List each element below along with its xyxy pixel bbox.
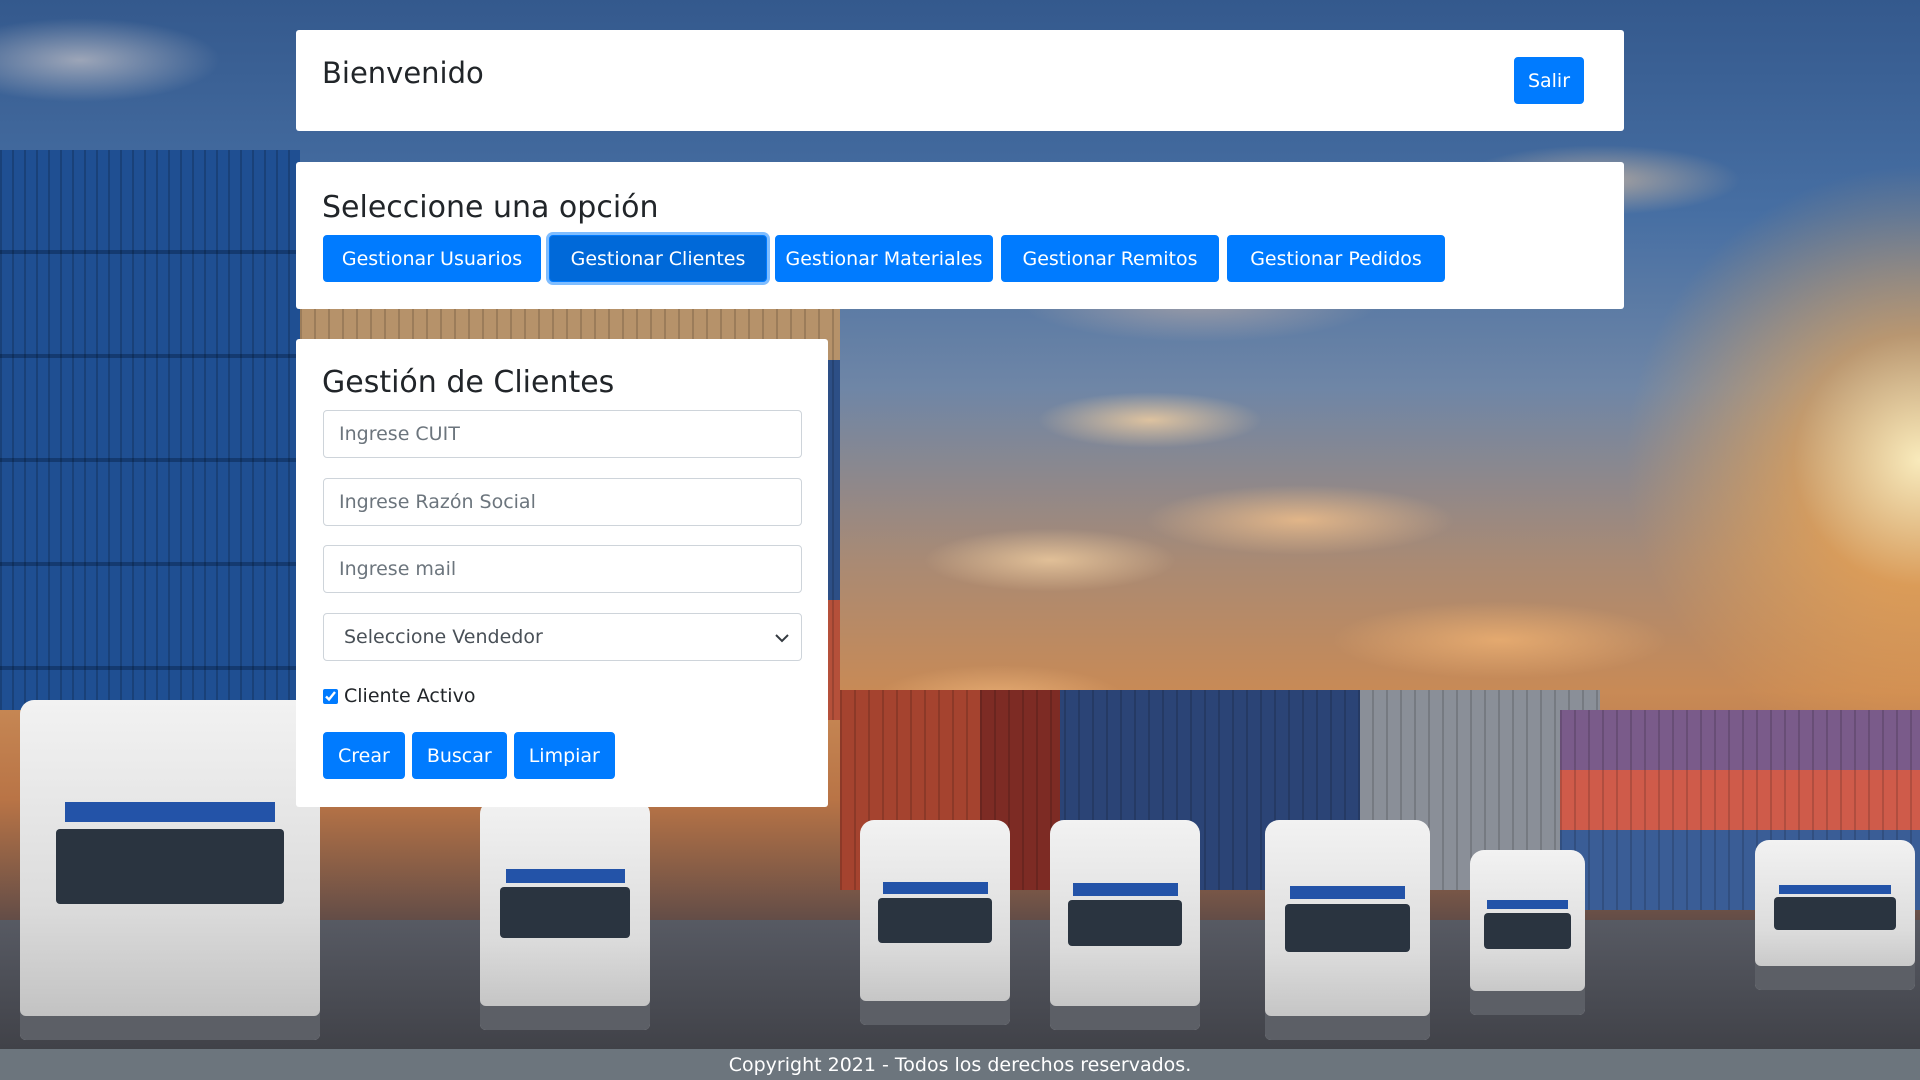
truck [1470, 850, 1585, 1015]
client-management-card: Gestión de Clientes Seleccione Vendedor … [296, 339, 828, 807]
vendedor-select-value: Seleccione Vendedor [344, 626, 543, 648]
footer: Copyright 2021 - Todos los derechos rese… [0, 1049, 1920, 1080]
options-title: Seleccione una opción [322, 190, 659, 225]
options-button-group: Gestionar Usuarios Gestionar Clientes Ge… [323, 235, 1445, 282]
manage-materials-button[interactable]: Gestionar Materiales [775, 235, 993, 282]
truck [480, 800, 650, 1030]
welcome-title: Bienvenido [322, 56, 484, 90]
manage-remitos-button[interactable]: Gestionar Remitos [1001, 235, 1219, 282]
cuit-input[interactable] [323, 410, 802, 458]
container-stack-left [0, 150, 300, 710]
chevron-down-icon [775, 627, 789, 648]
vendedor-select[interactable]: Seleccione Vendedor [323, 613, 802, 661]
manage-users-button[interactable]: Gestionar Usuarios [323, 235, 541, 282]
truck [1755, 840, 1915, 990]
logout-button[interactable]: Salir [1514, 57, 1584, 104]
form-title: Gestión de Clientes [322, 365, 615, 400]
options-card: Seleccione una opción Gestionar Usuarios… [296, 162, 1624, 309]
truck [1050, 820, 1200, 1030]
razon-social-input[interactable] [323, 478, 802, 526]
truck [20, 700, 320, 1040]
active-client-checkbox[interactable] [323, 688, 338, 704]
truck [860, 820, 1010, 1025]
active-client-label: Cliente Activo [344, 685, 476, 707]
clear-button[interactable]: Limpiar [513, 732, 615, 779]
manage-orders-button[interactable]: Gestionar Pedidos [1227, 235, 1445, 282]
form-actions: Crear Buscar Limpiar [323, 732, 615, 779]
manage-clients-button[interactable]: Gestionar Clientes [549, 235, 767, 282]
truck [1265, 820, 1430, 1040]
create-button[interactable]: Crear [323, 732, 405, 779]
mail-input[interactable] [323, 545, 802, 593]
welcome-card: Bienvenido Salir [296, 30, 1624, 131]
search-button[interactable]: Buscar [411, 732, 507, 779]
copyright-text: Copyright 2021 - Todos los derechos rese… [728, 1053, 1192, 1076]
active-client-option[interactable]: Cliente Activo [323, 685, 475, 707]
